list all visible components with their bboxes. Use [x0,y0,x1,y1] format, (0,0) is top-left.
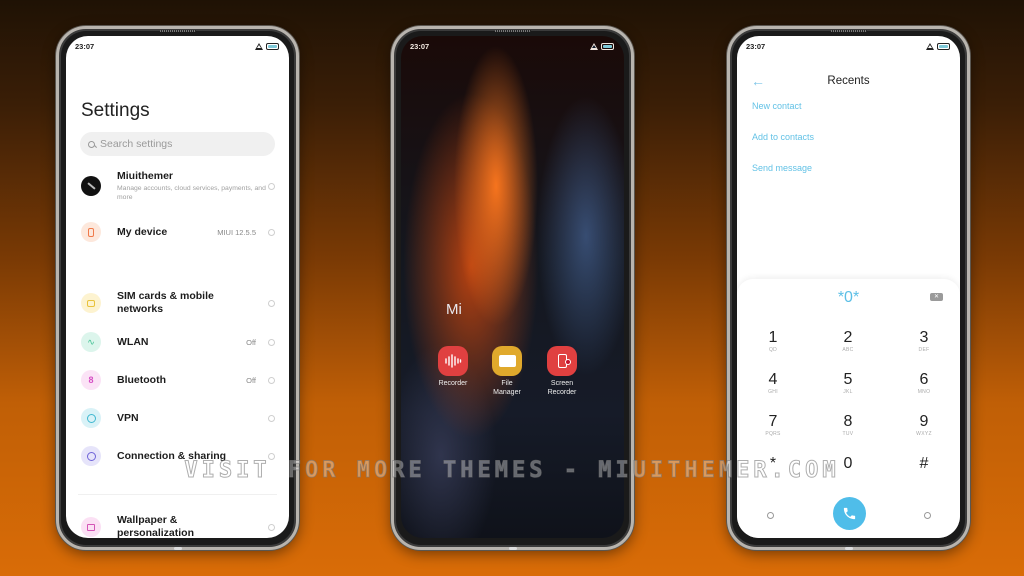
screen-recorder-icon [547,346,577,376]
search-icon [88,140,95,148]
dial-key-digit: 3 [919,329,929,346]
status-time: 23:07 [75,41,95,51]
chevron-icon [268,228,275,236]
vpn-icon [81,408,101,428]
send-message-link[interactable]: Send message [752,163,812,173]
chevron-icon [268,182,275,190]
phone-icon [843,507,856,520]
dial-entry[interactable]: *0* [737,289,960,307]
dial-key-digit: 6 [919,371,929,388]
app-label: Recorder [438,380,468,387]
settings-item-account[interactable]: Miuithemer Manage accounts, cloud servic… [81,170,275,202]
app-label: Screen Recorder [547,380,577,396]
settings-item-wallpaper[interactable]: Wallpaper & personalization [81,514,275,538]
dial-key-digit: 2 [843,329,853,346]
dial-key-digit: 7 [768,413,778,430]
dial-key[interactable]: 9 WXYZ [894,413,954,437]
settings-item-label: WLAN [117,335,149,348]
avatar-icon [81,176,101,196]
signal-icon [590,42,598,50]
page-title: Settings [81,100,150,121]
folder-label: Mi [446,301,462,318]
dialpad-toggle-icon[interactable] [924,512,931,519]
search-placeholder: Search settings [100,138,173,150]
settings-item-vpn[interactable]: VPN [81,408,275,428]
dial-key-letters: MNO [917,389,931,395]
dial-key-digit: 1 [768,329,778,346]
battery-icon [601,42,614,50]
status-time: 23:07 [410,41,430,51]
dial-key-letters: WXYZ [916,431,932,437]
dial-key[interactable]: 1 QD [743,329,803,353]
chevron-icon [268,376,275,384]
dial-key-letters: JKL [843,389,853,395]
settings-item-label: Wallpaper & personalization [117,514,195,538]
new-contact-link[interactable]: New contact [752,101,802,111]
app-file-manager[interactable]: File Manager [482,346,532,397]
settings-item-my-device[interactable]: My device MIUI 12.5.5 [81,222,275,242]
divider [78,494,277,495]
device-icon [81,222,101,242]
watermark-text: VISIT FOR MORE THEMES - MIUITHEMER.COM [184,458,840,484]
status-bar: 23:07 [401,36,624,56]
bluetooth-icon: 8 [81,370,101,390]
chevron-icon [268,523,275,531]
settings-item-sim[interactable]: SIM cards & mobile networks [81,290,275,316]
dial-key-digit: 4 [768,371,778,388]
battery-icon [266,42,279,50]
dial-key-letters: ABC [842,347,854,353]
app-label: File Manager [493,380,521,396]
settings-item-label: SIM cards & mobile networks [117,290,214,315]
status-bar: 23:07 [66,36,289,56]
dial-key-digit: 8 [843,413,853,430]
sim-icon [81,293,101,313]
chevron-icon [268,414,275,422]
status-bar: 23:07 [737,36,960,56]
app-screen-recorder[interactable]: Screen Recorder [537,346,587,397]
dial-key[interactable]: 6 MNO [894,371,954,395]
dial-key[interactable]: 4 GHI [743,371,803,395]
dial-key-letters: QD [768,347,778,353]
dial-key-letters: DEF [918,347,930,353]
folder-icon [492,346,522,376]
signal-icon [255,42,263,50]
settings-item-label: Miuithemer [117,170,174,182]
chevron-icon [268,299,275,307]
settings-item-label: VPN [117,411,139,424]
status-time: 23:07 [746,41,766,51]
app-recorder[interactable]: Recorder [428,346,478,388]
dial-pad: *0* ✕ 1 QD 2 ABC 3 DEF 4 GHI 5 JKL 6 MNO 7 PQRS 8 TUV 9 W… [737,279,960,538]
backspace-icon[interactable]: ✕ [930,293,943,301]
signal-icon [926,42,934,50]
dial-key-letters: GHI [768,389,778,395]
dial-key-letters: TUV [842,431,854,437]
call-button[interactable] [833,497,866,530]
dialer-header: ← Recents [737,72,960,92]
settings-item-value: Off [246,375,256,385]
search-input[interactable]: Search settings [80,132,275,156]
dial-key[interactable]: 8 TUV [818,413,878,437]
settings-item-label: Bluetooth [117,373,166,386]
dial-key[interactable]: 2 ABC [818,329,878,353]
settings-item-value: MIUI 12.5.5 [217,227,256,237]
dial-key-digit: 5 [843,371,853,388]
wallpaper-icon [81,517,101,537]
dial-key[interactable]: 7 PQRS [743,413,803,437]
dial-key-digit: 9 [919,413,929,430]
settings-item-sub: Manage accounts, cloud services, payment… [117,185,266,201]
page-title: Recents [827,75,870,87]
dial-key-letters: PQRS [765,431,781,437]
settings-item-value: Off [246,337,256,347]
menu-dot-icon[interactable] [767,512,774,519]
chevron-icon [268,338,275,346]
settings-item-bluetooth[interactable]: 8 Bluetooth Off [81,370,275,390]
wifi-icon: ∿ [81,332,101,352]
settings-item-wlan[interactable]: ∿ WLAN Off [81,332,275,352]
recorder-icon [438,346,468,376]
dial-key[interactable]: 5 JKL [818,371,878,395]
battery-icon [937,42,950,50]
add-to-contacts-link[interactable]: Add to contacts [752,132,814,142]
settings-item-label: My device [117,225,168,238]
dial-key[interactable]: 3 DEF [894,329,954,353]
